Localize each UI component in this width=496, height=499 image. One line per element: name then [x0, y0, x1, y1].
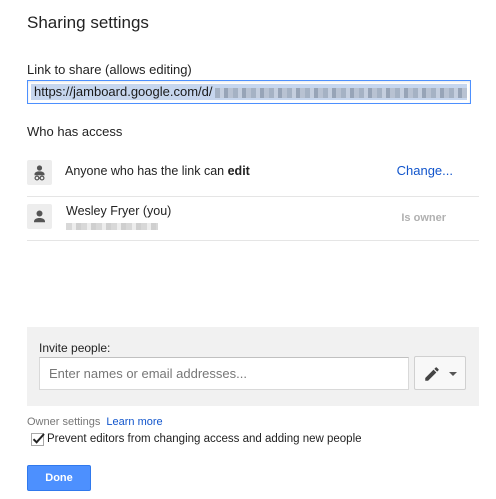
invite-panel: Invite people: — [27, 327, 479, 406]
access-anyone-text: Anyone who has the link can edit — [65, 164, 250, 178]
change-access-link[interactable]: Change... — [397, 163, 453, 178]
checkmark-icon — [32, 433, 45, 444]
access-permission-level: edit — [227, 164, 250, 178]
pencil-icon — [425, 367, 439, 381]
share-link-field[interactable]: https://jamboard.google.com/d/ — [27, 80, 471, 104]
learn-more-link[interactable]: Learn more — [106, 416, 162, 428]
owner-role: Is owner — [401, 212, 446, 224]
done-button[interactable]: Done — [27, 465, 91, 491]
link-person-icon — [27, 160, 52, 185]
who-has-access-label: Who has access — [27, 124, 123, 139]
person-icon — [27, 204, 52, 229]
redacted-owner-email — [66, 223, 158, 230]
share-link-url: https://jamboard.google.com/d/ — [34, 84, 213, 99]
invite-label: Invite people: — [39, 341, 111, 355]
access-row-anyone: Anyone who has the link can edit Change.… — [27, 150, 479, 197]
prevent-editors-checkbox[interactable] — [31, 433, 45, 446]
dialog-title: Sharing settings — [27, 13, 149, 32]
owner-settings-label: Owner settings — [27, 416, 101, 428]
share-link-selection[interactable]: https://jamboard.google.com/d/ — [31, 84, 467, 100]
owner-name: Wesley Fryer (you) — [66, 204, 172, 218]
access-row-owner: Wesley Fryer (you) Is owner — [27, 197, 479, 241]
link-label: Link to share (allows editing) — [27, 62, 192, 77]
invite-input[interactable] — [39, 357, 409, 390]
permission-dropdown-button[interactable] — [414, 356, 466, 390]
owner-settings: Owner settings Learn more — [27, 416, 163, 428]
access-anyone-prefix: Anyone who has the link can — [65, 164, 228, 178]
chevron-down-icon — [449, 372, 457, 376]
redacted-link-portion — [214, 87, 467, 98]
prevent-editors-label[interactable]: Prevent editors from changing access and… — [47, 433, 362, 445]
